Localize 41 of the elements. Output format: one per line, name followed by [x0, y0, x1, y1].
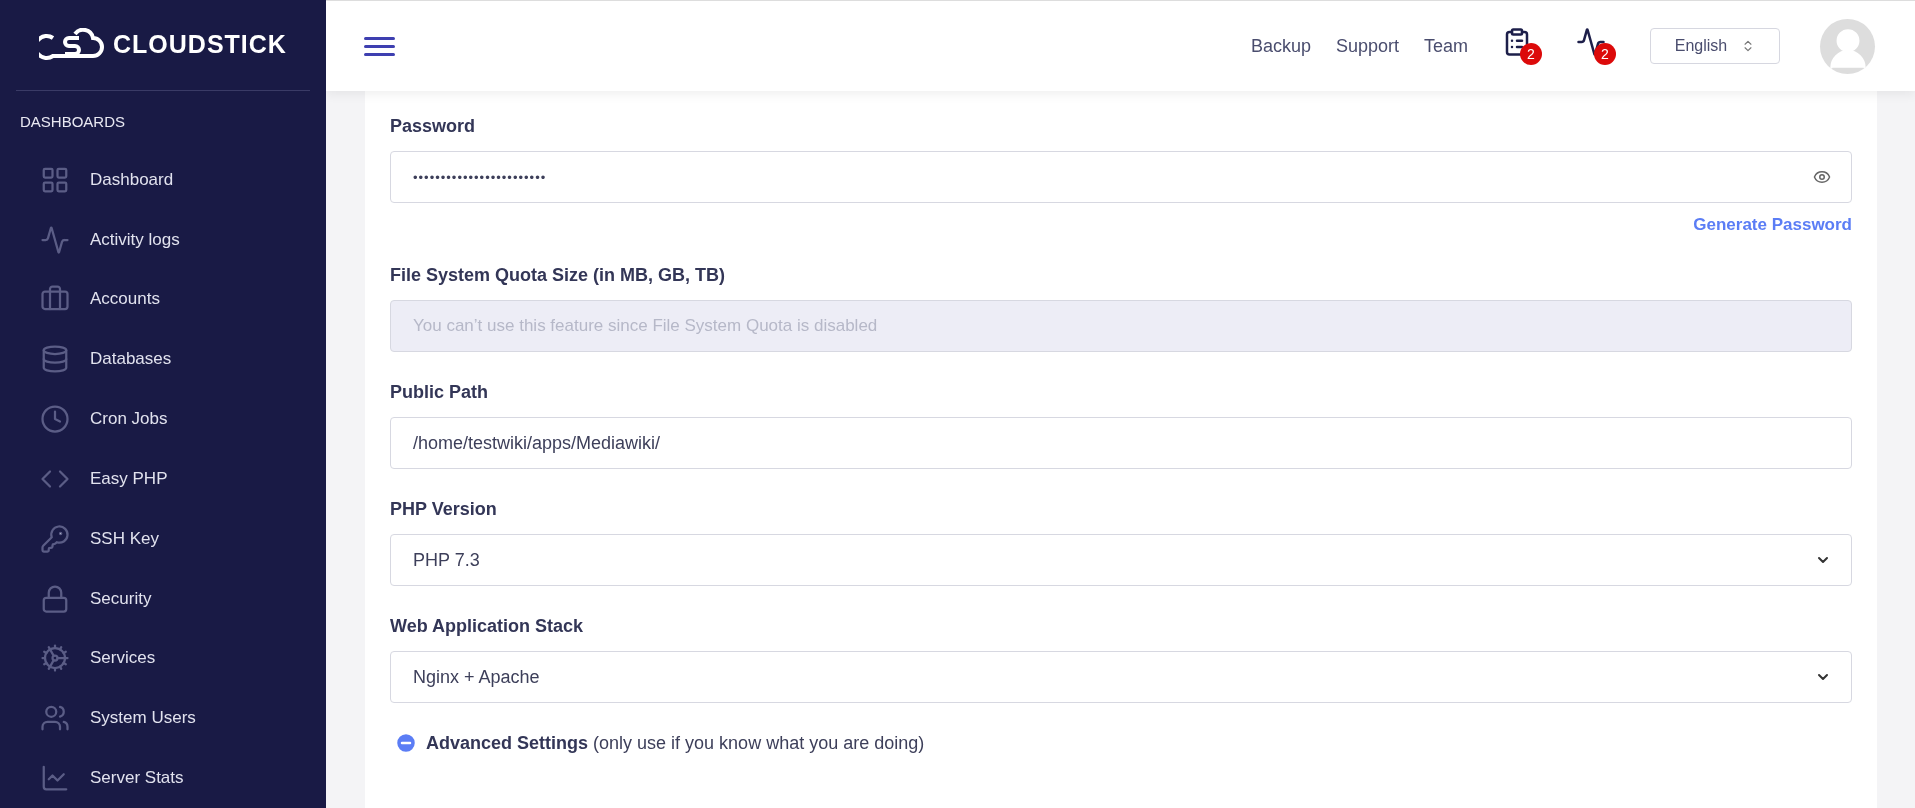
sidebar-item[interactable]: Easy PHP — [0, 449, 326, 509]
notification-badge: 2 — [1594, 43, 1616, 65]
language-select[interactable]: English — [1650, 28, 1780, 64]
field-label: Web Application Stack — [390, 615, 585, 638]
clock-icon — [40, 404, 70, 435]
field-label: File System Quota Size (in MB, GB, TB) — [390, 264, 727, 287]
generate-password-link[interactable]: Generate Password — [1693, 215, 1852, 235]
activity-button[interactable]: 2 — [1576, 27, 1616, 65]
sidebar-section-title: DASHBOARDS — [19, 111, 127, 132]
input-field[interactable]: /home/testwiki/apps/Mediawiki/ — [390, 417, 1852, 469]
sidebar-item[interactable]: Dashboard — [0, 149, 326, 210]
sidebar-item[interactable]: Cron Jobs — [0, 389, 326, 449]
field-label: Password — [390, 115, 477, 138]
field-label: PHP Version — [390, 498, 498, 521]
sidebar-item[interactable]: Services — [0, 628, 326, 689]
nav-link[interactable]: Team — [1424, 35, 1468, 57]
brand-name: CLOUDSTICK — [113, 30, 287, 60]
sidebar-item[interactable]: Activity logs — [0, 209, 326, 270]
gear-icon — [40, 643, 70, 674]
advanced-settings-text: Advanced Settings (only use if you know what you are doing) — [426, 732, 925, 754]
sidebar-item[interactable]: Server Stats — [0, 748, 326, 808]
notification-badge: 2 — [1520, 43, 1542, 65]
eye-icon[interactable] — [1813, 168, 1831, 186]
menu-button[interactable] — [364, 36, 395, 56]
collapse-icon[interactable] — [394, 731, 418, 755]
key-icon — [40, 523, 70, 554]
select-field[interactable]: PHP 7.3 — [390, 534, 1852, 586]
tasks-button[interactable]: 2 — [1502, 27, 1542, 65]
sidebar-item[interactable]: SSH Key — [0, 508, 326, 569]
nav-link[interactable]: Support — [1335, 35, 1399, 57]
nav-link[interactable]: Backup — [1250, 35, 1311, 57]
sidebar-item[interactable]: Databases — [0, 329, 326, 390]
password-field[interactable]: •••••••••••••••••••••••• — [390, 151, 1852, 203]
database-icon — [40, 344, 70, 375]
sidebar-item[interactable]: Accounts — [0, 269, 326, 330]
sidebar-item[interactable]: System Users — [0, 688, 326, 749]
sidebar-item[interactable]: Security — [0, 568, 326, 629]
select-field[interactable]: Nginx + Apache — [390, 651, 1852, 703]
lock-icon — [40, 583, 70, 614]
pulse-icon — [40, 224, 70, 255]
field-label: Public Path — [390, 381, 489, 404]
